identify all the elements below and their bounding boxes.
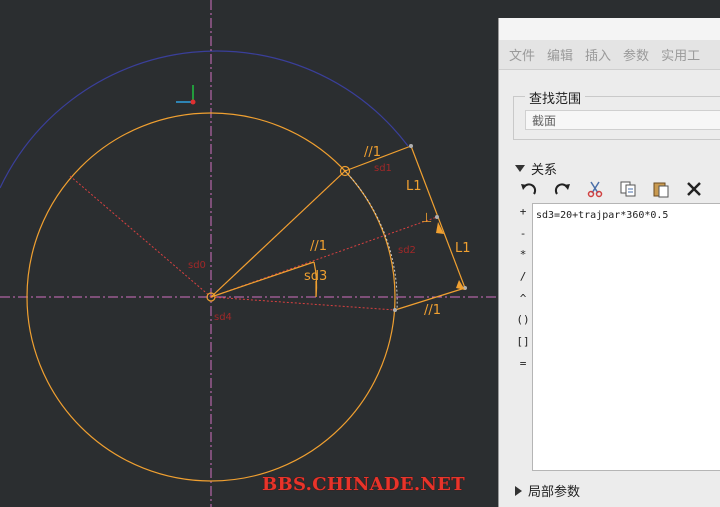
svg-text:sd4: sd4 bbox=[214, 312, 232, 323]
find-scope-select[interactable]: 截面 bbox=[525, 110, 720, 130]
faint-dimensions: sd0 sd1 sd2 sd4 bbox=[188, 163, 416, 323]
cut-icon[interactable] bbox=[583, 178, 607, 200]
operator-equals[interactable]: = bbox=[515, 357, 531, 379]
operator-parentheses[interactable]: () bbox=[515, 313, 531, 335]
operator-divide[interactable]: / bbox=[515, 270, 531, 292]
relations-title: 关系 bbox=[531, 163, 558, 178]
watermark: BBS.CHINADE.NET bbox=[262, 474, 465, 495]
dim-angle-sd3[interactable]: sd3 bbox=[304, 269, 327, 284]
redo-icon[interactable] bbox=[550, 178, 574, 200]
find-scope-title: 查找范围 bbox=[525, 88, 586, 107]
perpendicular-symbol: ⊥ bbox=[421, 211, 432, 226]
operator-minus[interactable]: - bbox=[515, 227, 531, 249]
dim-length-1[interactable]: L1 bbox=[406, 179, 422, 194]
menu-file[interactable]: 文件 bbox=[509, 45, 535, 64]
menu-insert[interactable]: 插入 bbox=[585, 45, 611, 64]
menu-edit[interactable]: 编辑 bbox=[547, 45, 573, 64]
collapse-icon bbox=[515, 165, 525, 172]
construction-lines bbox=[69, 170, 438, 311]
svg-text:sd0: sd0 bbox=[188, 260, 206, 271]
delete-icon[interactable] bbox=[682, 178, 706, 200]
menu-parameters[interactable]: 参数 bbox=[623, 45, 649, 64]
dim-parallel-3[interactable]: //1 bbox=[424, 303, 441, 318]
local-parameters-header[interactable]: 局部参数 bbox=[515, 481, 580, 500]
operator-column: + - * / ^ () [] = bbox=[515, 205, 531, 379]
operator-power[interactable]: ^ bbox=[515, 292, 531, 314]
menu-bar: 文件 编辑 插入 参数 实用工 bbox=[499, 40, 720, 70]
undo-icon[interactable] bbox=[517, 178, 541, 200]
expand-icon bbox=[515, 485, 522, 496]
coordinate-triad bbox=[176, 85, 196, 105]
sketch-geometry bbox=[210, 145, 466, 311]
dim-parallel-2[interactable]: //1 bbox=[310, 239, 327, 254]
svg-text:sd2: sd2 bbox=[398, 245, 416, 256]
operator-multiply[interactable]: * bbox=[515, 248, 531, 270]
sort-icon[interactable]: ↓10.0 bbox=[715, 178, 720, 200]
copy-icon[interactable] bbox=[616, 178, 640, 200]
svg-text:sd1: sd1 bbox=[374, 163, 392, 174]
panel-titlebar bbox=[499, 18, 720, 41]
dim-length-2[interactable]: L1 bbox=[455, 241, 471, 256]
relations-header[interactable]: 关系 bbox=[515, 159, 557, 178]
local-parameters-label: 局部参数 bbox=[528, 485, 581, 500]
vertex-points bbox=[393, 144, 467, 312]
relation-text[interactable]: sd3=20+trajpar*360*0.5 bbox=[536, 210, 668, 221]
operator-plus[interactable]: + bbox=[515, 205, 531, 227]
dim-parallel-1[interactable]: //1 bbox=[364, 145, 381, 160]
paste-icon[interactable] bbox=[649, 178, 673, 200]
relations-editor[interactable]: sd3=20+trajpar*360*0.5 bbox=[532, 203, 720, 471]
relations-panel: 文件 编辑 插入 参数 实用工 查找范围 截面 关系 ↓10.0 bbox=[498, 18, 720, 507]
relations-toolbar: ↓10.0 bbox=[517, 178, 720, 200]
menu-utilities[interactable]: 实用工 bbox=[661, 45, 700, 64]
operator-brackets[interactable]: [] bbox=[515, 335, 531, 357]
